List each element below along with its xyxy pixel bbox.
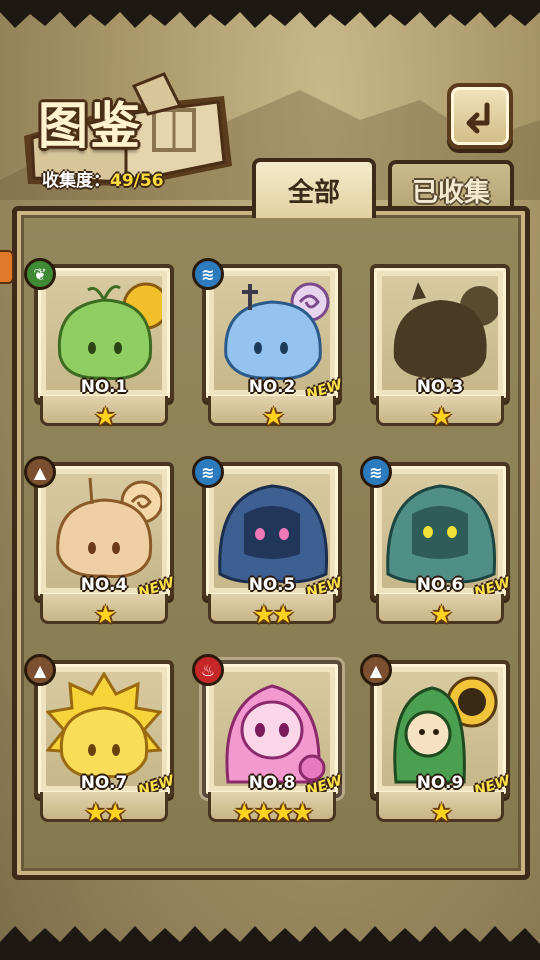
codex-card-5[interactable]: ≋ NO.5 NEW ★★ <box>192 456 344 629</box>
jagged-bottom-border <box>0 926 540 960</box>
collection-value: 49/56 <box>110 171 164 191</box>
monster-portrait <box>382 474 498 588</box>
codex-screen: 图鉴 收集度：49/56 全部 已收集 ❦ NO.1 ★ ≋ NO.2 NEW … <box>0 0 540 960</box>
return-arrow-icon <box>466 102 490 134</box>
monster-portrait <box>214 276 330 390</box>
codex-card-1[interactable]: ❦ NO.1 ★ <box>24 258 174 431</box>
tab-collected-label: 已收集 <box>411 177 490 208</box>
monster-portrait <box>214 474 330 588</box>
collection-progress: 收集度：49/56 <box>42 166 164 191</box>
monster-portrait <box>382 672 498 786</box>
tab-all-label: 全部 <box>287 177 340 208</box>
star-rating: ★★ <box>84 798 127 827</box>
codex-card-3[interactable]: NO.3 ★ <box>370 264 510 431</box>
collection-label: 收集度： <box>42 171 110 191</box>
water-element-icon: ≋ <box>192 258 224 290</box>
tab-all[interactable]: 全部 <box>252 158 376 218</box>
side-scroll-tab[interactable] <box>0 250 14 284</box>
star-rating: ★★ <box>252 600 295 629</box>
monster-portrait <box>46 276 162 390</box>
codex-card-4[interactable]: ▲ NO.4 NEW ★ <box>24 456 176 629</box>
codex-card-9[interactable]: ▲ NO.9 NEW ★ <box>360 654 512 827</box>
jagged-top-border <box>0 0 540 28</box>
star-rating: ★ <box>94 402 116 431</box>
monster-portrait <box>214 672 330 786</box>
water-element-icon: ≋ <box>192 456 224 488</box>
codex-card-2[interactable]: ≋ NO.2 NEW ★ <box>192 258 344 431</box>
star-rating: ★ <box>430 600 452 629</box>
water-element-icon: ≋ <box>360 456 392 488</box>
mountain-element-icon: ▲ <box>24 654 56 686</box>
card-number: NO.3 <box>416 377 464 397</box>
leaf-element-icon: ❦ <box>24 258 56 290</box>
codex-card-7[interactable]: ▲ NO.7 NEW ★★ <box>24 654 176 827</box>
star-rating: ★ <box>430 402 452 431</box>
monster-portrait <box>46 474 162 588</box>
flame-element-icon: ♨ <box>192 654 224 686</box>
mountain-element-icon: ▲ <box>360 654 392 686</box>
star-rating: ★ <box>430 798 452 827</box>
codex-card-6[interactable]: ≋ NO.6 NEW ★ <box>360 456 512 629</box>
mountain-element-icon: ▲ <box>24 456 56 488</box>
back-button[interactable] <box>447 83 513 149</box>
star-rating: ★ <box>94 600 116 629</box>
codex-card-8[interactable]: ♨ NO.8 NEW ★★★★ <box>192 654 344 827</box>
star-rating: ★ <box>262 402 284 431</box>
locked-silhouette <box>382 276 498 390</box>
monster-portrait <box>46 672 162 786</box>
star-rating: ★★★★ <box>233 798 314 827</box>
page-title: 图鉴 <box>38 97 142 155</box>
card-number: NO.1 <box>80 377 128 397</box>
